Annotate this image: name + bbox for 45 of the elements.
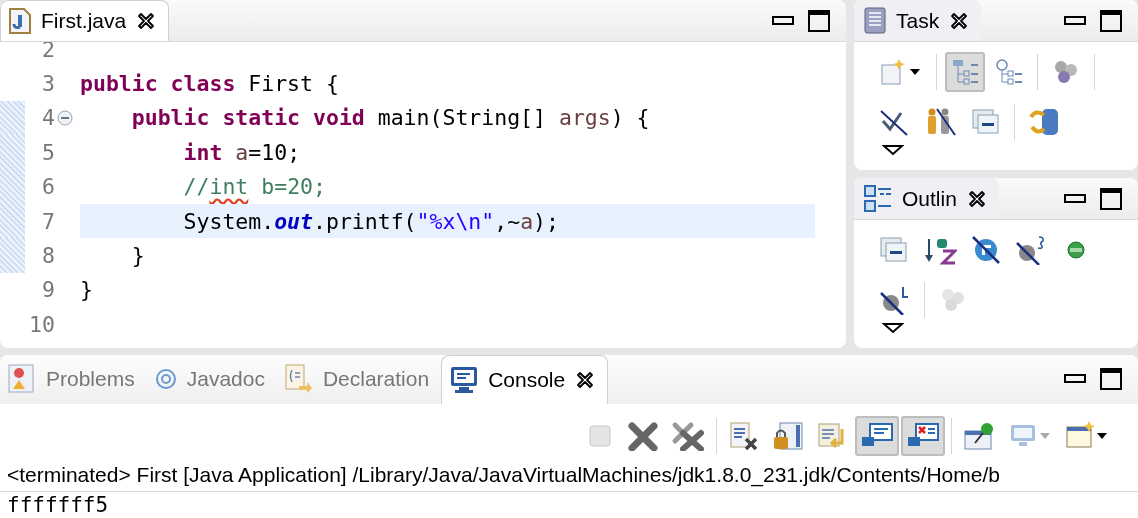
code-line: System.out.printf("%x\n",~a); xyxy=(182,208,559,234)
outline-icon xyxy=(864,184,892,213)
maximize-icon[interactable] xyxy=(1100,9,1122,32)
monitor-icon xyxy=(450,365,479,394)
code-line: public class First { xyxy=(80,71,339,97)
view-tab[interactable]: Console xyxy=(441,355,609,404)
minimize-icon[interactable] xyxy=(1064,15,1086,26)
view-tab[interactable]: Problems xyxy=(0,355,147,404)
code-line: //int b=20; xyxy=(182,174,326,200)
code-line: public static void main(String[] args) { xyxy=(130,105,650,131)
minimize-icon[interactable] xyxy=(1064,193,1086,204)
minimize-icon[interactable] xyxy=(1064,374,1086,385)
task-list-icon xyxy=(864,6,886,35)
editor-tab[interactable]: First.java xyxy=(0,0,170,41)
line-number: 4 xyxy=(41,105,55,131)
line-number: 8 xyxy=(41,243,55,269)
code-line: } xyxy=(80,277,93,303)
view-tab[interactable]: Declaration xyxy=(276,355,442,404)
problems-icon xyxy=(8,364,36,395)
view-tab[interactable]: Task xyxy=(854,0,982,41)
close-icon[interactable] xyxy=(575,369,596,390)
code-line: } xyxy=(130,243,145,269)
maximize-icon[interactable] xyxy=(1100,368,1122,391)
close-icon[interactable] xyxy=(966,188,987,209)
line-number: 7 xyxy=(41,208,55,234)
view-tab[interactable]: Outlin xyxy=(854,178,999,219)
java-file-icon xyxy=(9,8,31,34)
maximize-icon[interactable] xyxy=(1100,187,1122,210)
minimize-icon[interactable] xyxy=(772,15,794,26)
code-line: int a=10; xyxy=(182,139,301,165)
view-menu-icon[interactable] xyxy=(882,322,904,334)
console-output: fffffff5 xyxy=(6,492,110,518)
line-number: 6 xyxy=(41,174,55,200)
view-tab[interactable]: Javadoc xyxy=(146,355,277,404)
declaration-icon xyxy=(284,364,313,395)
line-number: 9 xyxy=(41,277,55,303)
view-menu-icon[interactable] xyxy=(882,144,904,156)
line-number: 3 xyxy=(41,71,55,97)
close-icon[interactable] xyxy=(949,10,970,31)
maximize-icon[interactable] xyxy=(808,9,830,32)
line-number: 5 xyxy=(41,139,55,165)
close-icon[interactable] xyxy=(136,11,157,31)
line-number: 10 xyxy=(28,311,55,337)
console-status: <terminated> First [Java Application] /Library/Java/JavaVirtualMachines/jdk1.8.0_231.jdk/Contents/Home/b xyxy=(0,460,1138,492)
collapse-icon[interactable] xyxy=(57,109,73,126)
